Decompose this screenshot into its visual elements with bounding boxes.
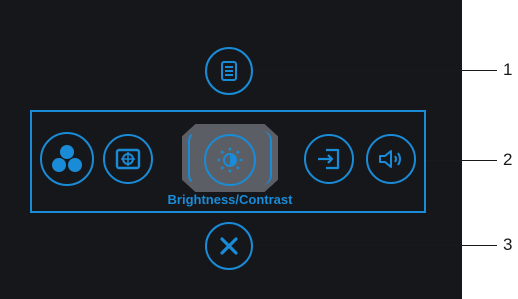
menu-button[interactable] (205, 47, 253, 95)
callout-number-2: 2 (503, 150, 513, 169)
input-source-icon (318, 148, 340, 170)
callout-line-2 (426, 160, 497, 161)
display-mode-icon (115, 148, 141, 170)
close-icon (220, 237, 238, 255)
brightness-contrast-button[interactable] (204, 134, 256, 186)
callout-number-1: 1 (503, 60, 513, 79)
brightness-contrast-icon (217, 147, 243, 173)
selection-bracket-right (262, 131, 272, 185)
color-preset-button[interactable] (40, 132, 94, 186)
callout-number-3: 3 (503, 235, 513, 254)
volume-button[interactable] (366, 134, 416, 184)
callout-line-3 (253, 245, 497, 246)
selection-bracket-left (188, 131, 198, 185)
color-preset-icon (52, 145, 82, 172)
exit-button[interactable] (205, 222, 253, 270)
callout-line-1 (253, 70, 497, 71)
display-mode-button[interactable] (103, 134, 153, 184)
input-source-button[interactable] (304, 134, 354, 184)
menu-list-icon (221, 61, 237, 81)
selected-item-label: Brightness/Contrast (167, 192, 293, 207)
volume-icon (379, 150, 401, 168)
